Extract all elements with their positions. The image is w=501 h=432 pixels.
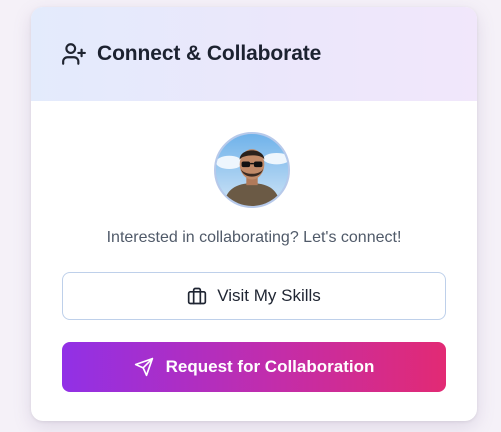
connect-card: Connect & Collaborate Interested in coll… xyxy=(31,7,477,421)
user-plus-icon xyxy=(61,41,87,67)
send-icon xyxy=(134,357,154,377)
avatar xyxy=(214,132,290,208)
briefcase-icon xyxy=(187,286,207,306)
collaboration-prompt: Interested in collaborating? Let's conne… xyxy=(106,229,402,246)
request-collaboration-button[interactable]: Request for Collaboration xyxy=(62,342,446,392)
card-title: Connect & Collaborate xyxy=(97,42,322,65)
card-header: Connect & Collaborate xyxy=(31,7,477,101)
page: Connect & Collaborate Interested in coll… xyxy=(0,0,501,432)
visit-skills-label: Visit My Skills xyxy=(217,286,321,305)
visit-skills-button[interactable]: Visit My Skills xyxy=(62,272,446,320)
request-collaboration-label: Request for Collaboration xyxy=(165,357,375,376)
